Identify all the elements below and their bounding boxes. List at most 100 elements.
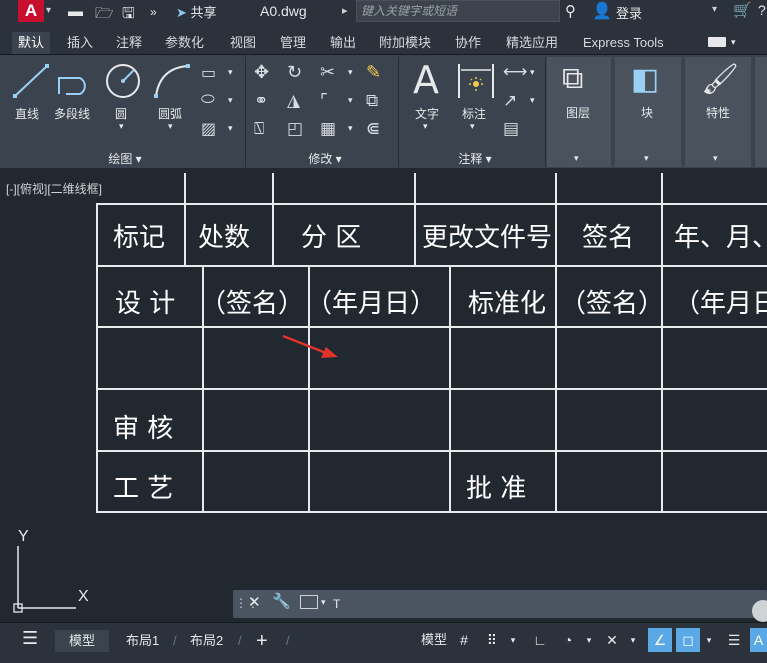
- tab-view[interactable]: 视图: [224, 32, 262, 54]
- viewport-controls[interactable]: [-][俯视][二维线框]: [6, 180, 102, 197]
- draw-panel-title[interactable]: 绘图 ▾: [60, 150, 190, 166]
- layers-chevron-icon[interactable]: ▾: [574, 153, 579, 164]
- title-chevron-icon: ▸: [342, 5, 348, 17]
- more-tools-icon[interactable]: »: [150, 5, 157, 19]
- arc-icon: [154, 64, 190, 98]
- circle-button[interactable]: 圆: [115, 105, 127, 122]
- tab-model[interactable]: 模型: [55, 630, 110, 652]
- search-icon[interactable]: ⚲: [565, 2, 576, 20]
- login-button[interactable]: 登录: [616, 3, 642, 22]
- tab-annotate[interactable]: 注释: [110, 32, 148, 54]
- cart-icon[interactable]: 🛒: [733, 1, 752, 19]
- trim-icon[interactable]: ✂: [320, 62, 335, 83]
- ribbon-display-icon[interactable]: [708, 37, 726, 47]
- command-input[interactable]: T: [333, 597, 340, 611]
- ellipse-icon[interactable]: ⬭: [201, 91, 215, 109]
- leader-icon[interactable]: ↗: [503, 91, 517, 111]
- tab-insert[interactable]: 插入: [61, 32, 99, 54]
- table-cell: 签名: [582, 223, 635, 253]
- block-chevron-icon[interactable]: ▾: [644, 153, 649, 164]
- tab-parametric[interactable]: 参数化: [159, 32, 210, 54]
- annotation-scale-icon[interactable]: A: [750, 628, 767, 652]
- offset-icon[interactable]: ⋐: [366, 119, 380, 139]
- table-icon[interactable]: ▤: [503, 119, 519, 139]
- user-icon[interactable]: 👤: [592, 1, 612, 21]
- command-history-chevron-icon[interactable]: ▾: [321, 597, 326, 608]
- polar-chevron-icon[interactable]: ▾: [582, 628, 596, 652]
- properties-chevron-icon[interactable]: ▾: [713, 153, 718, 164]
- linear-dimension-icon[interactable]: ⟷: [503, 62, 527, 82]
- ortho-icon[interactable]: ∟: [528, 628, 552, 652]
- rectangle-chevron-icon[interactable]: ▾: [228, 67, 233, 78]
- isodraft-icon[interactable]: ✕: [600, 628, 624, 652]
- snap-icon[interactable]: ⠿: [480, 628, 504, 652]
- dimension-chevron-icon[interactable]: ▾: [470, 121, 475, 132]
- circle-chevron-icon[interactable]: ▾: [119, 121, 124, 132]
- close-icon[interactable]: ✕: [248, 593, 261, 611]
- tab-express-tools[interactable]: Express Tools: [577, 32, 670, 54]
- isodraft-chevron-icon[interactable]: ▾: [626, 628, 640, 652]
- ribbon-display-chevron-icon[interactable]: ▾: [731, 37, 736, 48]
- tab-addins[interactable]: 附加模块: [373, 32, 437, 54]
- search-input[interactable]: 键入关键字或短语: [356, 0, 560, 22]
- tab-layout2[interactable]: 布局2: [190, 630, 223, 652]
- arc-button[interactable]: 圆弧: [158, 105, 182, 122]
- add-layout-icon[interactable]: +: [256, 630, 268, 652]
- object-snap-icon[interactable]: ◻: [676, 628, 700, 652]
- help-button[interactable]: ?: [758, 2, 766, 18]
- erase-icon[interactable]: ✎: [366, 62, 381, 83]
- rotate-icon[interactable]: ↻: [287, 62, 302, 83]
- text-chevron-icon[interactable]: ▾: [423, 121, 428, 132]
- new-file-icon[interactable]: ▬: [68, 3, 83, 20]
- tab-layout1[interactable]: 布局1: [126, 630, 159, 652]
- ellipse-chevron-icon[interactable]: ▾: [228, 95, 233, 106]
- dimension-button[interactable]: 标注: [462, 105, 486, 122]
- lineweight-icon[interactable]: ☰: [722, 628, 746, 652]
- app-menu-chevron-icon[interactable]: ▾: [46, 5, 51, 16]
- tab-collaborate[interactable]: 协作: [449, 32, 487, 54]
- table-line: [96, 326, 767, 328]
- scale-icon[interactable]: ◰: [287, 119, 303, 139]
- modify-panel-title[interactable]: 修改 ▾: [260, 150, 390, 166]
- save-icon[interactable]: 🖫: [122, 3, 135, 28]
- polyline-button[interactable]: 多段线: [54, 105, 90, 122]
- login-chevron-icon[interactable]: ▾: [712, 4, 717, 15]
- text-button[interactable]: 文字: [415, 105, 439, 122]
- app-logo[interactable]: A: [18, 0, 44, 22]
- fillet-chevron-icon[interactable]: ▾: [348, 95, 353, 106]
- annotation-panel-title[interactable]: 注释 ▾: [410, 150, 540, 166]
- share-button[interactable]: ➤ 共享: [176, 2, 217, 21]
- leader-chevron-icon[interactable]: ▾: [530, 95, 535, 106]
- array-icon[interactable]: ▦: [320, 119, 336, 139]
- line-button[interactable]: 直线: [15, 105, 39, 122]
- stretch-icon[interactable]: ⍂: [254, 119, 264, 139]
- tab-featured-apps[interactable]: 精选应用: [500, 32, 564, 54]
- array-chevron-icon[interactable]: ▾: [348, 123, 353, 134]
- grid-icon[interactable]: #: [452, 628, 476, 652]
- polar-icon[interactable]: ◔: [556, 628, 580, 652]
- arc-chevron-icon[interactable]: ▾: [168, 121, 173, 132]
- fillet-icon[interactable]: ⌜: [320, 91, 328, 111]
- tab-output[interactable]: 输出: [324, 32, 362, 54]
- groups-button[interactable]: [755, 57, 767, 167]
- model-space-toggle[interactable]: 模型: [418, 628, 450, 652]
- rectangle-icon[interactable]: ▭: [201, 63, 216, 83]
- copy-icon[interactable]: ⚭: [254, 91, 268, 111]
- linear-dimension-chevron-icon[interactable]: ▾: [530, 67, 535, 78]
- menu-icon[interactable]: ☰: [22, 628, 38, 649]
- scroll-indicator: [752, 600, 767, 622]
- command-history-icon[interactable]: [300, 595, 318, 609]
- object-snap-tracking-icon[interactable]: ∠: [648, 628, 672, 652]
- tab-default[interactable]: 默认: [12, 32, 51, 54]
- trim-chevron-icon[interactable]: ▾: [348, 67, 353, 78]
- wrench-icon[interactable]: 🔧: [272, 592, 291, 610]
- tab-manage[interactable]: 管理: [274, 32, 312, 54]
- open-folder-icon[interactable]: 🗁: [95, 3, 114, 28]
- object-snap-chevron-icon[interactable]: ▾: [702, 628, 716, 652]
- snap-chevron-icon[interactable]: ▾: [506, 628, 520, 652]
- explode-icon[interactable]: ⧉: [366, 91, 378, 111]
- hatch-chevron-icon[interactable]: ▾: [228, 123, 233, 134]
- mirror-icon[interactable]: ◮: [287, 91, 300, 111]
- hatch-icon[interactable]: ▨: [201, 119, 216, 139]
- move-icon[interactable]: ✥: [254, 62, 269, 83]
